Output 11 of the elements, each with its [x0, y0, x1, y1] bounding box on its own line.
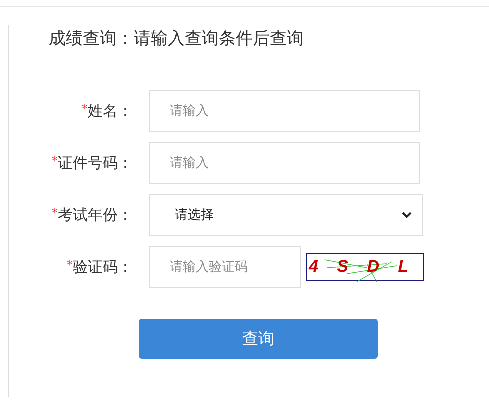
- input-field[interactable]: 请输入: [149, 90, 420, 132]
- query-button[interactable]: 查询: [139, 319, 378, 359]
- chevron-down-icon: [402, 212, 412, 218]
- year-dropdown[interactable]: 请选择: [149, 194, 423, 236]
- field-label: *姓名：: [81, 102, 133, 120]
- field-label: *验证码：: [66, 258, 133, 276]
- page-title: 成绩查询：请输入查询条件后查询: [49, 28, 305, 50]
- field-label: *证件号码：: [51, 154, 133, 172]
- input-field[interactable]: 请输入: [149, 142, 420, 184]
- field-label: *考试年份：: [51, 206, 133, 224]
- captcha-field[interactable]: 请输入验证码: [149, 246, 301, 288]
